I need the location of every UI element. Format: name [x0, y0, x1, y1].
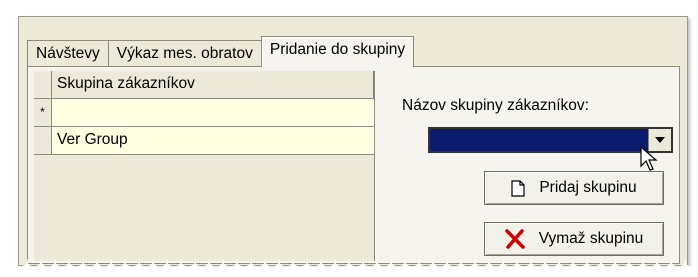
row-selector-header[interactable]: [34, 71, 52, 98]
tab-strip: Návštevy Výkaz mes. obratov Pridanie do …: [27, 35, 415, 67]
group-name-label: Názov skupiny zákazníkov:: [402, 97, 589, 114]
app-window: Návštevy Výkaz mes. obratov Pridanie do …: [18, 16, 688, 266]
tab-vykaz[interactable]: Výkaz mes. obratov: [107, 40, 262, 67]
add-group-label: Pridaj skupinu: [539, 179, 637, 196]
add-group-button[interactable]: Pridaj skupinu: [484, 171, 664, 205]
chevron-down-icon: [655, 136, 665, 143]
grid-cell[interactable]: Ver Group: [52, 127, 374, 154]
group-form: Názov skupiny zákazníkov: Pridaj skupinu: [388, 67, 678, 263]
group-name-combobox[interactable]: [428, 127, 673, 153]
table-row[interactable]: Ver Group: [34, 127, 374, 155]
red-x-icon: [504, 229, 525, 249]
tab-pridanie[interactable]: Pridanie do skupiny: [260, 36, 415, 67]
grid-cell[interactable]: [52, 99, 374, 126]
document-icon: [511, 179, 525, 197]
grid-column-header[interactable]: Skupina zákazníkov: [52, 71, 374, 98]
row-selector[interactable]: *: [34, 99, 52, 126]
mouse-cursor-icon: [640, 146, 658, 171]
customer-group-grid: Skupina zákazníkov * Ver Group: [34, 71, 375, 261]
tab-panel: Skupina zákazníkov * Ver Group Názov sku…: [27, 66, 680, 264]
delete-group-label: Vymaž skupinu: [538, 230, 644, 247]
grid-header-row: Skupina zákazníkov: [34, 71, 374, 99]
tab-navstevy[interactable]: Návštevy: [27, 40, 109, 67]
delete-group-button[interactable]: Vymaž skupinu: [484, 222, 664, 256]
row-selector[interactable]: [34, 127, 52, 154]
torn-edge: [0, 255, 698, 277]
grid-new-row[interactable]: *: [34, 99, 374, 127]
